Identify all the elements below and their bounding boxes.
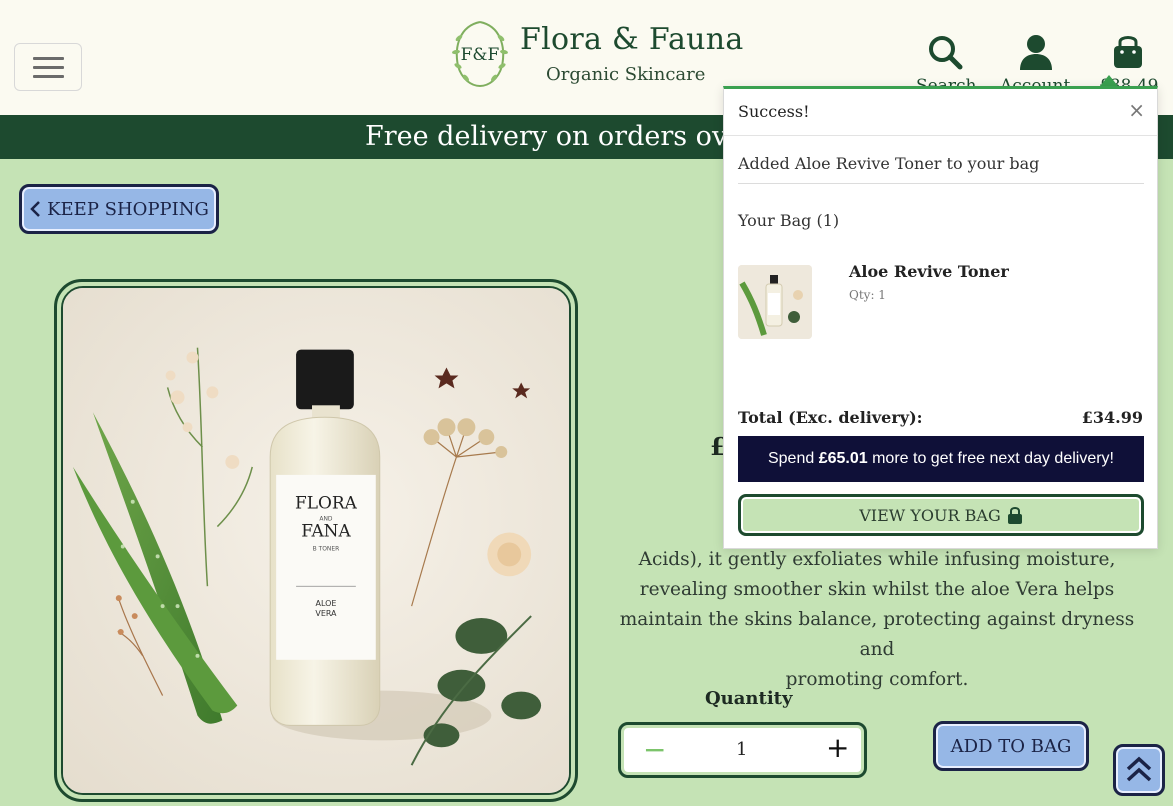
svg-text:B TONER: B TONER [313,545,340,552]
product-image-frame: FLORA AND FANA B TONER ALOE VERA [54,279,578,802]
hamburger-icon [33,57,64,60]
toast-message: Added Aloe Revive Toner to your bag [738,154,1040,173]
cart-toast: Success! × Added Aloe Revive Toner to yo… [723,86,1158,549]
add-to-bag-label: ADD TO BAG [950,735,1072,757]
total-value: £34.99 [1081,408,1143,427]
add-to-bag-button[interactable]: ADD TO BAG [933,721,1089,771]
shopping-bag-icon [1114,36,1142,68]
scroll-to-top-button[interactable] [1113,744,1165,796]
svg-text:ALOE: ALOE [316,599,337,608]
decrement-button[interactable]: − [643,733,666,766]
bag-count: Your Bag (1) [738,211,840,230]
product-image[interactable]: FLORA AND FANA B TONER ALOE VERA [61,286,571,795]
svg-text:FANA: FANA [301,521,351,541]
free-delivery-notice: Spend £65.01 more to get free next day d… [738,436,1144,482]
close-icon[interactable]: × [1128,98,1145,122]
double-chevron-up-icon [1126,756,1152,782]
toast-title: Success! [738,102,810,121]
view-bag-label: VIEW YOUR BAG [859,505,1001,525]
toast-divider [738,183,1144,184]
search-icon [929,36,963,70]
toast-pointer [1100,75,1118,86]
chevron-left-icon [30,201,40,217]
quantity-label: Quantity [705,688,793,709]
brand-title: Flora & Fauna [520,22,744,57]
keep-shopping-button[interactable]: KEEP SHOPPING [19,184,219,234]
bottle-brand-text: FLORA [295,493,358,513]
user-icon [1020,35,1052,70]
increment-button[interactable]: + [826,731,849,764]
quantity-stepper: − 1 + [618,722,867,778]
lock-icon [1007,507,1022,524]
bag-item-qty: Qty: 1 [849,288,886,302]
site-logo[interactable]: F&F Flora & Fauna Organic Skincare [450,18,743,93]
svg-text:VERA: VERA [315,609,337,618]
logo-monogram: F&F [461,45,500,65]
toast-header: Success! × [724,89,1157,136]
total-label: Total (Exc. delivery): [738,408,923,427]
brand-subtitle: Organic Skincare [546,64,706,85]
keep-shopping-label: KEEP SHOPPING [47,198,209,220]
view-bag-button[interactable]: VIEW YOUR BAG [738,494,1144,536]
logo-wreath-icon: F&F [452,21,508,87]
delivery-banner-text: Free delivery on orders over [365,121,757,152]
spend-amount: £65.01 [818,450,868,467]
bag-item-name: Aloe Revive Toner [849,262,1009,281]
quantity-input[interactable]: 1 [736,739,747,760]
menu-toggle-button[interactable] [14,43,82,91]
bag-item-thumbnail [738,265,812,339]
